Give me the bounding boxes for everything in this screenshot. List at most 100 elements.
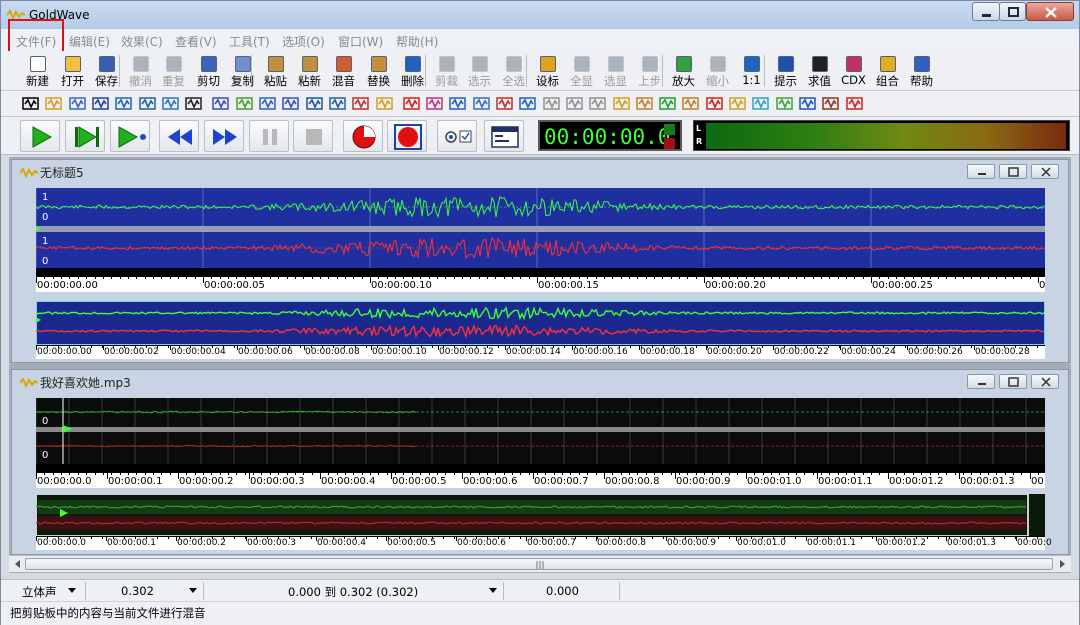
doc-close-button[interactable]	[1031, 374, 1059, 389]
chevron-down-icon[interactable]	[489, 588, 497, 593]
close-button[interactable]	[1026, 2, 1074, 21]
cdx-button[interactable]: CDX	[837, 52, 870, 90]
doc-minimize-button[interactable]	[967, 374, 995, 389]
effect-12-icon[interactable]	[282, 95, 300, 112]
menu-help[interactable]: 帮助(H)	[396, 33, 438, 50]
effect-26-icon[interactable]	[612, 95, 630, 112]
overview-waveform[interactable]	[36, 494, 1045, 536]
effect-33-icon[interactable]	[775, 95, 793, 112]
effect-7-icon[interactable]	[162, 95, 179, 112]
delete-button[interactable]: 删除	[396, 52, 429, 90]
effect-29-icon[interactable]	[682, 95, 700, 112]
menu-edit[interactable]: 编辑(E)	[69, 33, 110, 50]
time-ruler[interactable]: 00:00:00.00 00:00:00.05 00:00:00.10 00:00:0…	[36, 276, 1045, 292]
minimize-button[interactable]	[972, 2, 1000, 21]
effect-3-icon[interactable]	[68, 95, 86, 112]
redo-button[interactable]: 重复	[157, 52, 190, 90]
effect-23-icon[interactable]	[542, 95, 560, 112]
replace-button[interactable]: 替换	[362, 52, 395, 90]
effect-36-icon[interactable]	[845, 95, 863, 112]
channel-mode-status[interactable]: 立体声	[22, 584, 57, 600]
doc-maximize-button[interactable]	[999, 164, 1027, 179]
cue-button[interactable]: 提示	[769, 52, 802, 90]
effect-27-icon[interactable]	[636, 95, 653, 112]
select-all-button[interactable]: 全选	[497, 52, 530, 90]
doc-minimize-button[interactable]	[967, 164, 995, 179]
new-button[interactable]: 新建	[21, 52, 54, 90]
length-status[interactable]: 0.302	[121, 584, 154, 598]
doc-maximize-button[interactable]	[999, 374, 1027, 389]
open-button[interactable]: 打开	[56, 52, 89, 90]
doc-close-button[interactable]	[1031, 164, 1059, 179]
effect-4-icon[interactable]	[92, 95, 109, 112]
save-button[interactable]: 保存	[90, 52, 123, 90]
waveform-display[interactable]: 1 0 1 0	[36, 188, 1045, 276]
combine-button[interactable]: 组合	[871, 52, 904, 90]
effect-15-icon[interactable]	[352, 95, 369, 112]
effect-9-icon[interactable]	[212, 95, 230, 112]
overview-waveform[interactable]	[36, 301, 1045, 345]
record-new-button[interactable]	[387, 120, 427, 152]
effect-5-icon[interactable]	[115, 95, 132, 112]
set-marker-button[interactable]: 设标	[531, 52, 564, 90]
effect-25-icon[interactable]	[589, 95, 606, 112]
effect-1-icon[interactable]	[22, 95, 39, 112]
device-controls-button[interactable]	[437, 120, 477, 152]
scrollbar-thumb[interactable]	[25, 558, 1053, 570]
show-selection-button[interactable]: 选显	[599, 52, 632, 90]
effect-19-icon[interactable]	[449, 95, 467, 112]
pause-button[interactable]	[249, 120, 289, 152]
menu-options[interactable]: 选项(O)	[282, 33, 325, 50]
show-all-button[interactable]: 全显	[565, 52, 598, 90]
zoom-1-1-button[interactable]: 1:1	[735, 52, 768, 90]
title-bar[interactable]: GoldWave	[1, 1, 1079, 29]
chevron-down-icon[interactable]	[189, 588, 197, 593]
time-ruler[interactable]: 00:00:00.0 00:00:00.1 00:00:00.2 00:00:00.3…	[36, 472, 1045, 488]
document-window-mp3[interactable]: 我好喜欢她.mp3 00 00:00:00.0 00:00:00.1 00:00:0…	[11, 369, 1069, 555]
zoom-in-button[interactable]: 放大	[667, 52, 700, 90]
paste-new-button[interactable]: 粘新	[293, 52, 326, 90]
stop-button[interactable]	[293, 120, 333, 152]
effect-18-icon[interactable]	[426, 95, 443, 112]
chevron-down-icon[interactable]	[68, 588, 76, 593]
effect-28-icon[interactable]	[659, 95, 676, 112]
effect-22-icon[interactable]	[519, 95, 537, 112]
effect-10-icon[interactable]	[235, 95, 253, 112]
maximize-button[interactable]	[999, 2, 1026, 21]
help-button[interactable]: 帮助	[905, 52, 938, 90]
select-show-button[interactable]: 选示	[463, 52, 496, 90]
rewind-button[interactable]	[159, 120, 199, 152]
selection-status[interactable]: 0.000 到 0.302 (0.302)	[288, 584, 418, 600]
effect-11-icon[interactable]	[259, 95, 276, 112]
menu-view[interactable]: 查看(V)	[175, 33, 217, 50]
zoom-out-button[interactable]: 缩小	[701, 52, 734, 90]
menu-effects[interactable]: 效果(C)	[121, 33, 163, 50]
effect-2-icon[interactable]	[45, 95, 63, 112]
play-button[interactable]	[20, 120, 60, 152]
effect-21-icon[interactable]	[496, 95, 513, 112]
fast-forward-button[interactable]	[204, 120, 244, 152]
effect-20-icon[interactable]	[472, 95, 490, 112]
record-button[interactable]	[343, 120, 383, 152]
effect-6-icon[interactable]	[138, 95, 156, 112]
effect-14-icon[interactable]	[329, 95, 346, 112]
effect-24-icon[interactable]	[566, 95, 583, 112]
effect-13-icon[interactable]	[305, 95, 323, 112]
effect-17-icon[interactable]	[403, 95, 420, 112]
previous-button[interactable]: 上步	[633, 52, 666, 90]
menu-tools[interactable]: 工具(T)	[229, 33, 270, 50]
menu-window[interactable]: 窗口(W)	[338, 33, 383, 50]
paste-button[interactable]: 粘贴	[259, 52, 292, 90]
effect-34-icon[interactable]	[799, 95, 816, 112]
effect-32-icon[interactable]	[752, 95, 770, 112]
effect-30-icon[interactable]	[705, 95, 723, 112]
waveform-display[interactable]: 00	[36, 398, 1045, 472]
effect-16-icon[interactable]	[375, 95, 393, 112]
evaluate-button[interactable]: 求值	[803, 52, 836, 90]
document-window-untitled[interactable]: 无标题5 1010 00:00:00.00 00:00:00.05 00:00:00…	[11, 159, 1069, 363]
effect-35-icon[interactable]	[822, 95, 839, 112]
effect-8-icon[interactable]	[185, 95, 202, 112]
play-selection-button[interactable]	[65, 120, 105, 152]
horizontal-scrollbar[interactable]	[9, 555, 1071, 572]
mix-button[interactable]: 混音	[327, 52, 360, 90]
